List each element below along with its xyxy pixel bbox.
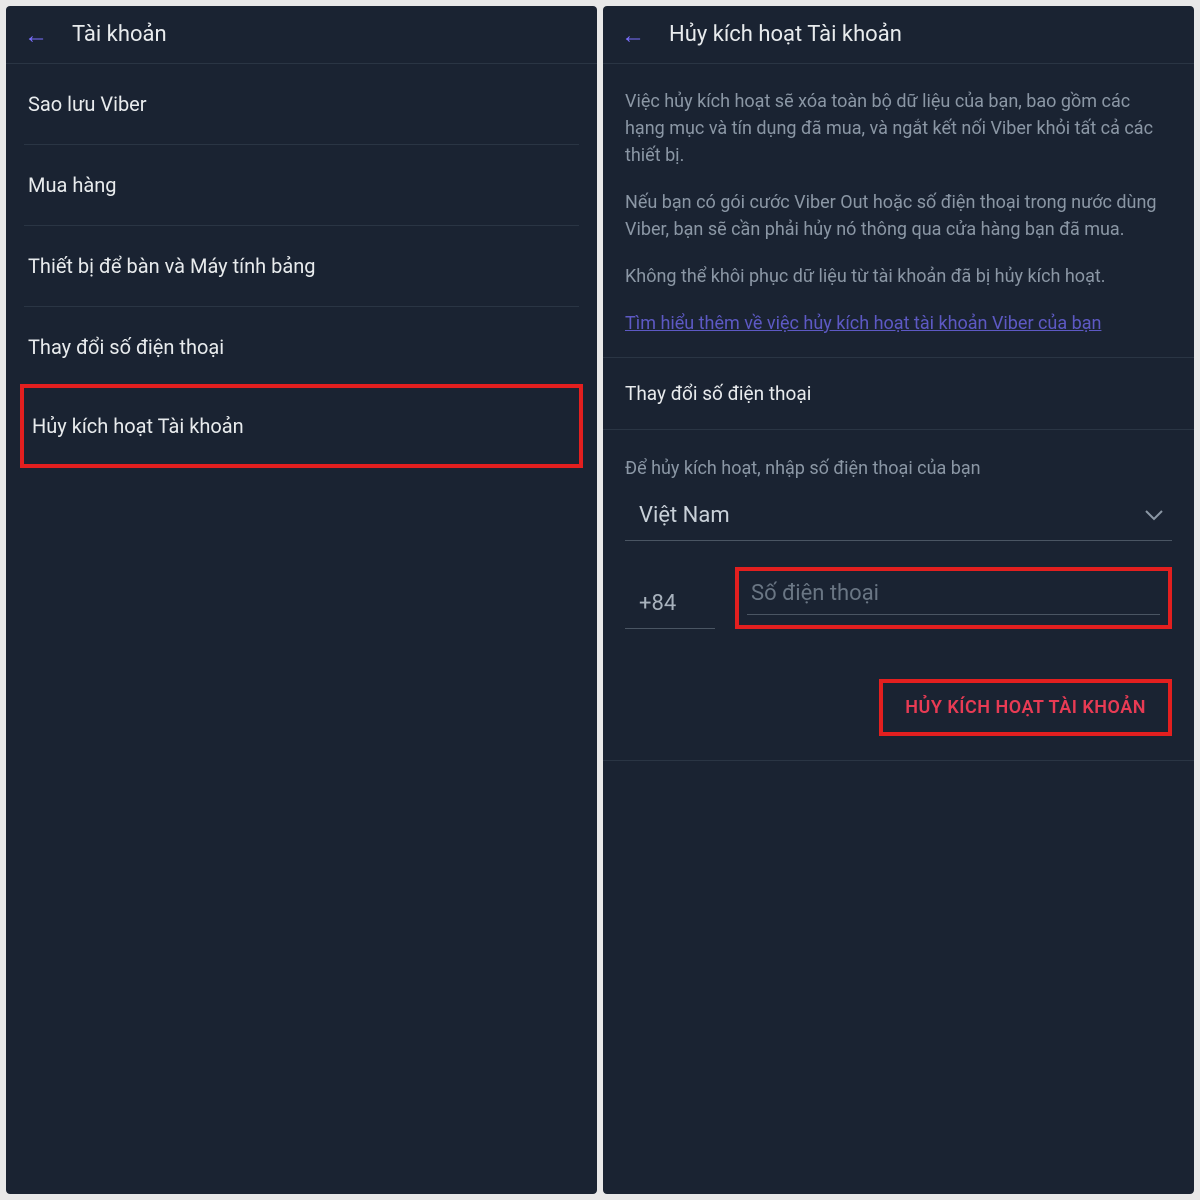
menu-item-backup[interactable]: Sao lưu Viber [24, 64, 579, 145]
highlight-annotation: Hủy kích hoạt Tài khoản [20, 384, 583, 468]
page-title: Hủy kích hoạt Tài khoản [669, 22, 902, 47]
menu-item-purchases[interactable]: Mua hàng [24, 145, 579, 226]
menu-item-change-phone[interactable]: Thay đổi số điện thoại [24, 307, 579, 388]
info-section: Việc hủy kích hoạt sẽ xóa toàn bộ dữ liệ… [603, 64, 1194, 357]
info-paragraph-1: Việc hủy kích hoạt sẽ xóa toàn bộ dữ liệ… [625, 88, 1172, 169]
highlight-annotation: Số điện thoại [735, 567, 1172, 629]
button-row: HỦY KÍCH HOẠT TÀI KHOẢN [603, 649, 1194, 756]
deactivate-button-label: HỦY KÍCH HOẠT TÀI KHOẢN [905, 697, 1146, 718]
country-code-field[interactable]: +84 [625, 581, 715, 629]
back-arrow-icon[interactable]: ← [24, 23, 48, 47]
divider [603, 760, 1194, 761]
phone-input[interactable]: Số điện thoại [747, 577, 1160, 615]
right-screen: ← Hủy kích hoạt Tài khoản Việc hủy kích … [603, 6, 1194, 1194]
section-change-phone[interactable]: Thay đổi số điện thoại [603, 357, 1194, 430]
header-bar: ← Hủy kích hoạt Tài khoản [603, 6, 1194, 64]
account-menu-list: Sao lưu Viber Mua hàng Thiết bị để bàn v… [6, 64, 597, 468]
deactivate-form: Để hủy kích hoạt, nhập số điện thoại của… [603, 430, 1194, 649]
phone-row: +84 Số điện thoại [625, 567, 1172, 629]
left-screen: ← Tài khoản Sao lưu Viber Mua hàng Thiết… [6, 6, 597, 1194]
country-value: Việt Nam [639, 503, 730, 528]
menu-item-desktop-tablet[interactable]: Thiết bị để bàn và Máy tính bảng [24, 226, 579, 307]
form-label: Để hủy kích hoạt, nhập số điện thoại của… [625, 458, 1172, 479]
info-paragraph-3: Không thể khôi phục dữ liệu từ tài khoản… [625, 263, 1172, 290]
back-arrow-icon[interactable]: ← [621, 23, 645, 47]
country-select[interactable]: Việt Nam [625, 493, 1172, 541]
learn-more-link[interactable]: Tìm hiểu thêm về việc hủy kích hoạt tài … [625, 310, 1172, 337]
section-title: Thay đổi số điện thoại [625, 382, 1172, 405]
right-content: Việc hủy kích hoạt sẽ xóa toàn bộ dữ liệ… [603, 64, 1194, 1194]
info-paragraph-2: Nếu bạn có gói cước Viber Out hoặc số đi… [625, 189, 1172, 243]
deactivate-button[interactable]: HỦY KÍCH HOẠT TÀI KHOẢN [879, 679, 1172, 736]
header-bar: ← Tài khoản [6, 6, 597, 64]
left-content: Sao lưu Viber Mua hàng Thiết bị để bàn v… [6, 64, 597, 1194]
menu-item-deactivate[interactable]: Hủy kích hoạt Tài khoản [24, 388, 579, 464]
phone-placeholder: Số điện thoại [751, 581, 879, 606]
page-title: Tài khoản [72, 22, 167, 47]
chevron-down-icon [1144, 505, 1164, 526]
